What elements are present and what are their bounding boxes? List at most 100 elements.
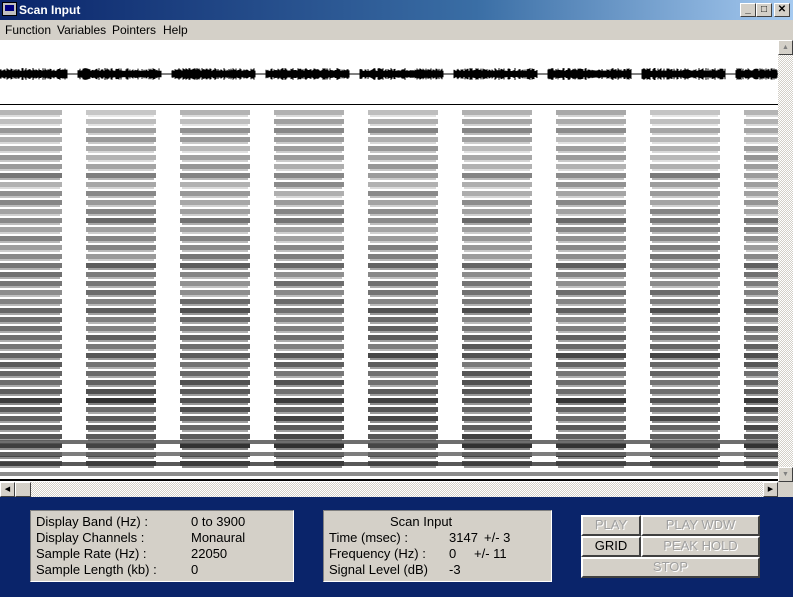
spectrogram-band-dots (0, 160, 60, 162)
spectrogram-band-dots (746, 250, 778, 252)
spectrogram-canvas[interactable] (0, 40, 778, 482)
spectrogram-band-dots (652, 466, 718, 468)
scroll-down-button[interactable]: ▼ (778, 467, 793, 482)
spectrogram-band-dots (0, 295, 60, 297)
spectrogram-band (274, 434, 344, 439)
menu-pointers[interactable]: Pointers (112, 23, 156, 37)
spectrogram-band-dots (652, 358, 718, 360)
spectrogram-band (180, 155, 250, 160)
spectrogram-band-dots (88, 349, 154, 351)
spectrogram-band-dots (0, 349, 60, 351)
spectrogram-band-dots (0, 205, 60, 207)
minimize-button[interactable]: _ (740, 3, 756, 17)
spectrogram-band (86, 434, 156, 439)
spectrogram-band-dots (0, 322, 60, 324)
frequency-tolerance: +/- 11 (474, 546, 507, 561)
title-bar[interactable]: Scan Input _ □ ✕ (0, 0, 793, 20)
spectrogram-band (180, 407, 250, 412)
grid-button[interactable]: GRID (581, 536, 641, 557)
spectrogram-band-dots (558, 403, 624, 405)
play-window-button[interactable]: PLAY WDW (641, 515, 760, 536)
spectrogram-band (462, 146, 532, 151)
spectrogram-band-dots (370, 232, 436, 234)
spectrogram-band-dots (746, 115, 778, 117)
spectrogram-band (0, 317, 62, 322)
spectrogram-band (368, 371, 438, 376)
spectrogram-band-dots (746, 223, 778, 225)
vertical-scrollbar[interactable]: ▲ ▼ (778, 40, 793, 482)
spectrogram-band (650, 416, 720, 421)
spectrogram-band (0, 110, 62, 115)
spectrogram-band (0, 290, 62, 295)
spectrogram-band (462, 344, 532, 349)
menu-help[interactable]: Help (163, 23, 188, 37)
spectrogram-band-dots (0, 151, 60, 153)
spectrogram-band-dots (746, 466, 778, 468)
spectrogram-band-dots (558, 457, 624, 459)
spectrogram-band (556, 254, 626, 259)
menu-variables[interactable]: Variables (57, 23, 106, 37)
maximize-button[interactable]: □ (756, 3, 772, 17)
spectrogram-band-dots (88, 457, 154, 459)
spectrogram-band (650, 434, 720, 439)
spectrogram-band-dots (370, 385, 436, 387)
spectrogram-band (368, 263, 438, 268)
spectrogram-band (650, 218, 720, 223)
spectrogram-band-dots (652, 412, 718, 414)
spectrogram-band (462, 335, 532, 340)
play-button[interactable]: PLAY (581, 515, 641, 536)
spectrogram-band-dots (558, 151, 624, 153)
peak-hold-button[interactable]: PEAK HOLD (641, 536, 760, 557)
horizontal-scrollbar[interactable]: ◀ ▶ (0, 482, 778, 497)
spectrogram-band (744, 191, 778, 196)
spectrogram-band (86, 290, 156, 295)
spectrogram-band-dots (558, 214, 624, 216)
app-icon[interactable] (2, 2, 17, 16)
spectrogram-band-dots (652, 367, 718, 369)
spectrogram-band (274, 398, 344, 403)
spectrogram-band (462, 317, 532, 322)
spectrogram-band (556, 434, 626, 439)
scroll-right-button[interactable]: ▶ (763, 482, 778, 497)
spectrogram-band (180, 299, 250, 304)
scroll-left-button[interactable]: ◀ (0, 482, 15, 497)
spectrogram-band-dots (0, 115, 60, 117)
spectrogram-band (0, 137, 62, 142)
spectrogram-band (368, 398, 438, 403)
close-button[interactable]: ✕ (774, 3, 790, 17)
spectrogram-band-dots (652, 286, 718, 288)
spectrogram-band (274, 335, 344, 340)
spectrogram-band-dots (276, 358, 342, 360)
spectrogram-band (462, 128, 532, 133)
spectrogram-band-dots (746, 331, 778, 333)
spectrogram-band-dots (558, 331, 624, 333)
spectrogram-band-dots (558, 313, 624, 315)
spectrogram-band-dots (464, 187, 530, 189)
spectrogram-band (650, 371, 720, 376)
spectrogram-band-dots (88, 160, 154, 162)
spectrogram-band-dots (464, 349, 530, 351)
spectrogram-band (274, 209, 344, 214)
spectrogram-band-dots (464, 232, 530, 234)
spectrogram-band (0, 227, 62, 232)
spectrogram-band (368, 308, 438, 313)
spectrogram-band (368, 389, 438, 394)
spectrogram-band (556, 290, 626, 295)
spectrogram-band-dots (370, 421, 436, 423)
spectrogram-band-dots (652, 124, 718, 126)
spectrogram-band-dots (182, 421, 248, 423)
spectrogram-band-dots (182, 286, 248, 288)
spectrogram-band (0, 299, 62, 304)
spectrogram-band-dots (0, 241, 60, 243)
spectrogram-band-dots (182, 241, 248, 243)
spectrogram-band-dots (558, 178, 624, 180)
spectrogram-band (180, 434, 250, 439)
spectrogram-band (650, 308, 720, 313)
spectrogram-band-dots (464, 322, 530, 324)
menu-function[interactable]: Function (5, 23, 51, 37)
horizontal-scroll-thumb[interactable] (15, 482, 31, 497)
scroll-up-button[interactable]: ▲ (778, 40, 793, 55)
spectrogram-band-dots (182, 403, 248, 405)
stop-button[interactable]: STOP (581, 557, 760, 578)
spectrogram-band-dots (652, 421, 718, 423)
